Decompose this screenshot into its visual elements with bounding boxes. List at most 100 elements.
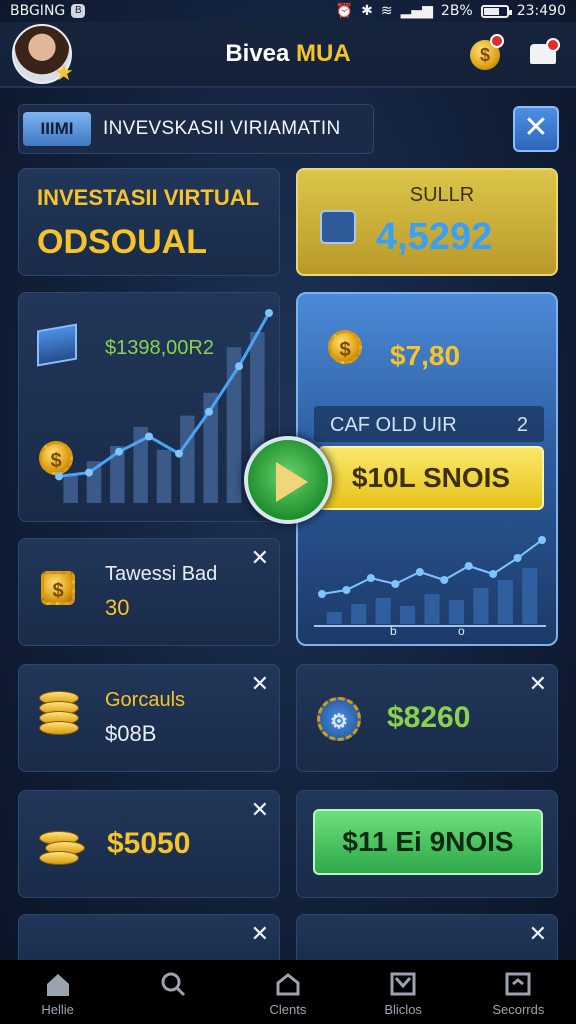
money-bag-icon: $ <box>41 571 75 605</box>
wallet-icon <box>320 210 356 244</box>
home-icon <box>43 970 73 998</box>
chart-bar <box>326 612 342 624</box>
reward-card-5[interactable]: $11 Ei 9NOIS <box>296 790 558 898</box>
reward-card-4[interactable]: ✕ $5050 <box>18 790 280 898</box>
card-amount: $8260 <box>387 701 471 734</box>
chart-point <box>464 562 473 570</box>
chart-bar <box>399 606 416 624</box>
chart-point <box>265 309 273 317</box>
alarm-icon: ⏰ <box>335 3 354 19</box>
chart-bar <box>375 598 391 624</box>
chart-point <box>489 570 498 578</box>
chat-icon[interactable] <box>530 38 560 68</box>
play-icon <box>276 462 308 502</box>
chart-point <box>235 362 243 371</box>
card-amount: $5050 <box>107 827 191 860</box>
app-header: ★ Bivea MUA $ <box>0 22 576 88</box>
balance-card[interactable]: SULLR 4,5292 <box>296 168 558 276</box>
nav-item-search[interactable] <box>118 960 228 1002</box>
close-icon[interactable]: ✕ <box>251 921 269 947</box>
hero-line2: ODSOUAL <box>37 223 207 261</box>
balance-value: 4,5292 <box>376 216 493 258</box>
close-button[interactable]: ✕ <box>513 106 559 152</box>
chart-bar <box>63 474 78 503</box>
status-left-text: BBGING <box>10 3 66 19</box>
wifi-icon: ≋ <box>380 3 393 19</box>
status-time: 23:490 <box>516 3 566 19</box>
chart-point <box>538 536 546 544</box>
settings-gear-icon: ⚙ <box>317 697 361 741</box>
chart-point <box>513 554 522 562</box>
investment-hero-card[interactable]: INVESTASII VIRTUAL ODSOUAL <box>18 168 280 276</box>
balance-label: SULLR <box>409 184 475 206</box>
close-icon[interactable]: ✕ <box>251 671 269 697</box>
chart-bar <box>448 600 465 624</box>
chart-point <box>318 590 326 598</box>
battery-percent: 2B% <box>440 3 473 19</box>
nav-item-checklist[interactable]: Bliclos <box>348 960 458 1017</box>
close-icon[interactable]: ✕ <box>251 545 269 571</box>
bonus-button-green[interactable]: $11 Ei 9NOIS <box>313 809 543 875</box>
nav-item-clients[interactable]: Clents <box>233 960 343 1017</box>
card-title: Tawessi Bad <box>105 563 218 585</box>
bonus-button-gold[interactable]: $10L SNOIS <box>318 446 544 510</box>
chart-bar <box>522 568 538 624</box>
bluetooth-icon: ✱ <box>361 3 373 19</box>
records-icon <box>503 970 533 998</box>
coin-stack-icon <box>39 691 91 743</box>
chart-bar <box>226 347 242 503</box>
chart-bar <box>497 580 513 624</box>
chart-bar <box>180 415 195 503</box>
chart-point <box>366 574 375 582</box>
nav-item-home[interactable]: Hellie <box>3 960 113 1017</box>
section-title: INVEVSKASII VIRIAMATIN <box>103 118 341 139</box>
chart-point <box>145 432 153 441</box>
chart-bar <box>351 604 367 624</box>
nav-label: Hellie <box>41 1002 74 1017</box>
close-icon[interactable]: ✕ <box>529 671 547 697</box>
growth-chart-card[interactable]: $1398,00R2 $ <box>18 292 280 522</box>
signal-icon: ▂▄▆ <box>400 3 433 19</box>
nav-label: Secorrds <box>492 1002 545 1017</box>
tick-label: b <box>390 624 397 638</box>
notification-badge <box>490 34 504 48</box>
nav-label: Bliclos <box>384 1002 422 1017</box>
title-main: Bivea <box>225 40 290 67</box>
checklist-icon <box>388 970 418 998</box>
search-icon <box>158 970 188 998</box>
section-tabbar: IIIMI INVEVSKASII VIRIAMATIN <box>18 104 374 154</box>
chart-point <box>342 586 351 594</box>
chart-point <box>85 468 93 477</box>
chart-bar <box>424 594 440 624</box>
notification-badge <box>546 38 560 52</box>
title-accent: MUA <box>296 40 351 67</box>
battery-icon <box>480 4 512 18</box>
reward-card-1[interactable]: ✕ $ Tawessi Bad 30 <box>18 538 280 646</box>
chart-point <box>415 568 424 576</box>
reward-card-2[interactable]: ✕ Gorcauls $08B <box>18 664 280 772</box>
coin-icon[interactable]: $ <box>470 34 504 70</box>
chart-point <box>440 576 449 584</box>
play-button[interactable] <box>244 436 332 524</box>
tab-active[interactable]: IIIMI <box>23 112 91 146</box>
chart-point <box>205 407 213 416</box>
chart-point <box>175 449 183 458</box>
coin-stack-icon <box>39 821 91 873</box>
tick-label: o <box>458 624 465 638</box>
notification-icon: B <box>71 4 86 18</box>
nav-label: Clents <box>269 1002 307 1017</box>
chart-point <box>55 472 63 481</box>
growth-chart <box>55 309 273 503</box>
bottom-navigation: Hellie Clents Bliclos Secorrds <box>0 960 576 1024</box>
card-amount: 30 <box>105 595 130 620</box>
clients-icon <box>273 970 303 998</box>
chart-point <box>391 580 400 588</box>
card-amount: $08B <box>105 721 157 746</box>
reward-card-3[interactable]: ✕ ⚙ $8260 <box>296 664 558 772</box>
chart-bar <box>156 449 172 503</box>
nav-item-records[interactable]: Secorrds <box>463 960 573 1017</box>
close-icon[interactable]: ✕ <box>529 921 547 947</box>
status-bar: BBGING B ⏰ ✱ ≋ ▂▄▆ 2B% 23:490 <box>0 0 576 22</box>
close-icon[interactable]: ✕ <box>251 797 269 823</box>
hero-line1: INVESTASII VIRTUAL <box>37 185 260 210</box>
